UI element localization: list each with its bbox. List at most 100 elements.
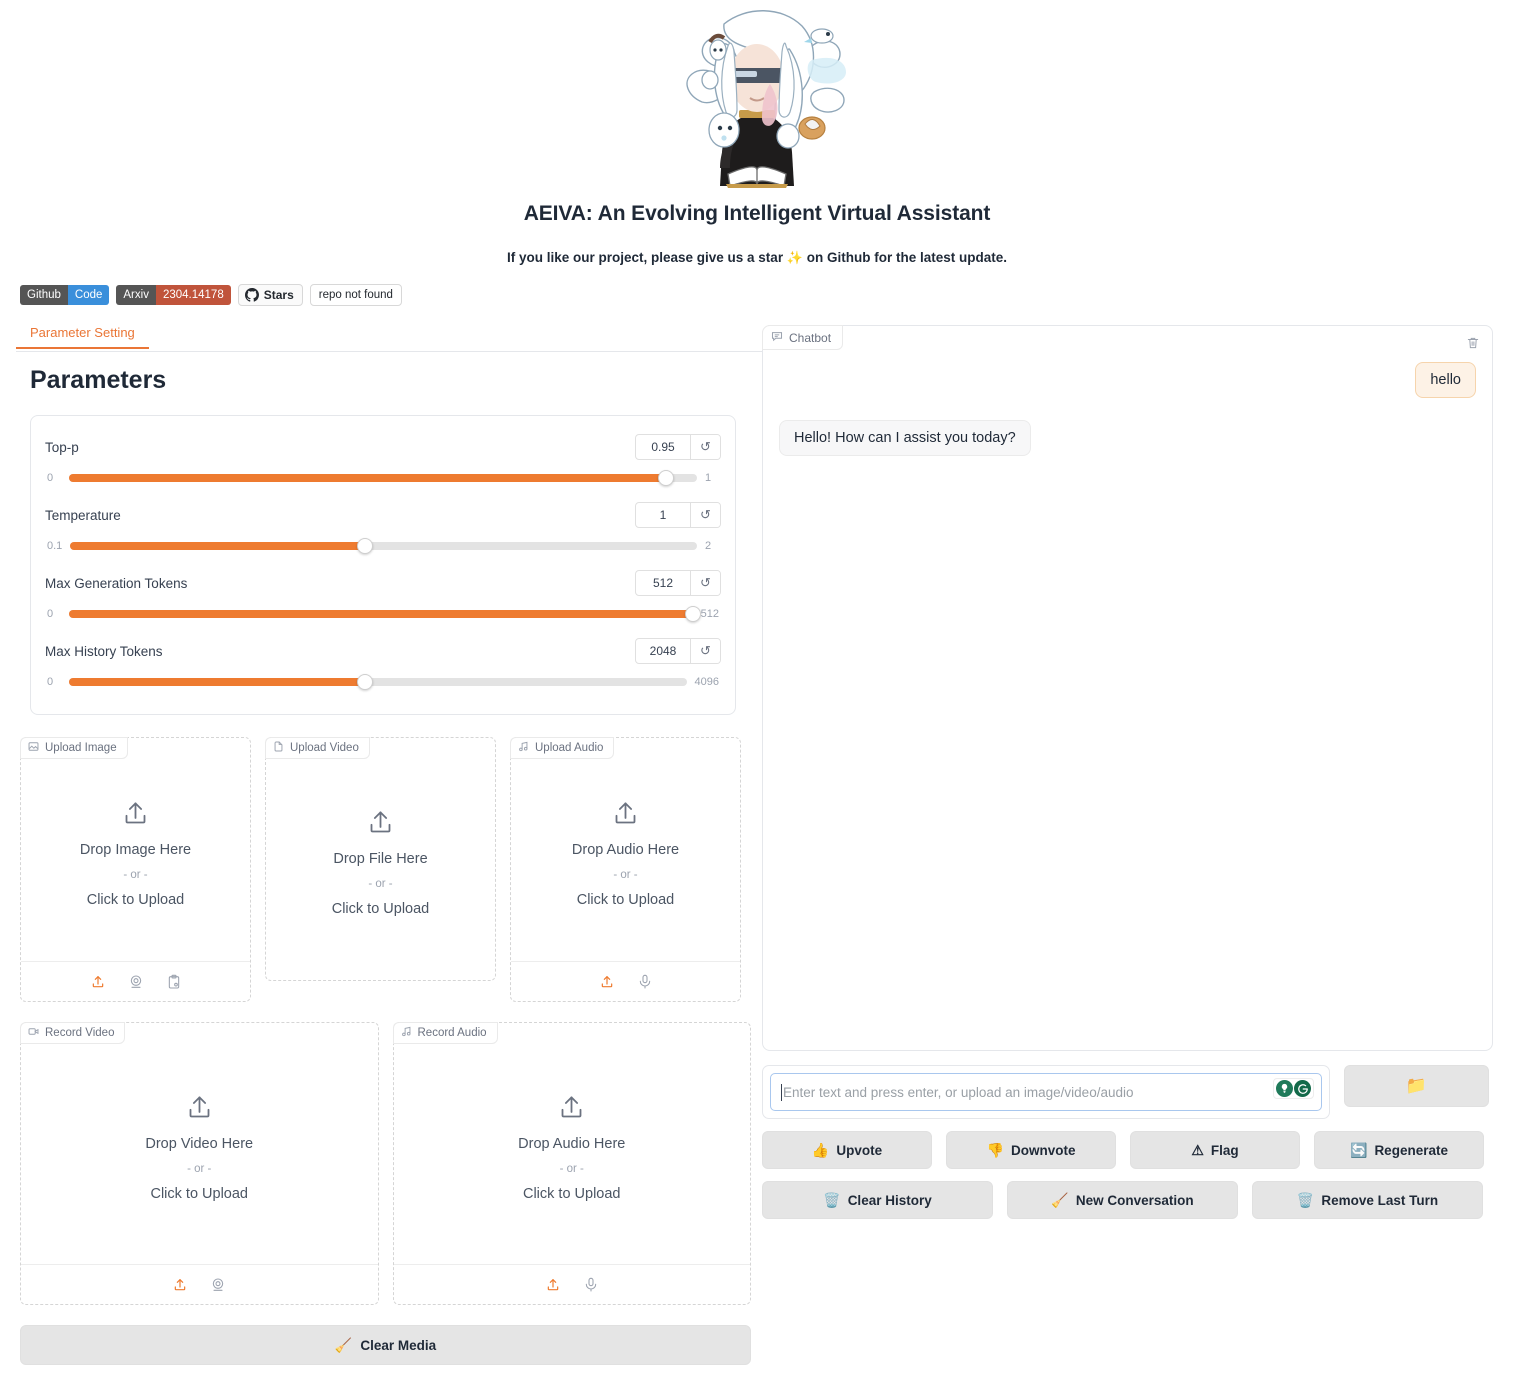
param-value-max-generation-tokens[interactable]: 512 [636,571,690,595]
clear-history-button[interactable]: 🗑️ Clear History [762,1181,993,1219]
thumbs-down-icon: 👎 [986,1141,1004,1158]
param-value-max-history-tokens[interactable]: 2048 [636,639,690,663]
slider-track[interactable] [69,606,701,622]
param-numberbox-temperature[interactable]: 1 ↺ [635,502,721,528]
flag-button[interactable]: ⚠ Flag [1130,1131,1300,1169]
microphone-icon[interactable] [637,974,653,990]
subtitle-before: If you like our project, please give us … [506,250,787,265]
param-numberbox-top-p[interactable]: 0.95 ↺ [635,434,721,460]
param-row-max-history-tokens: Max History Tokens 2048 ↺ 0 4096 [45,634,721,696]
slider-knob[interactable] [684,606,701,622]
trash-icon[interactable] [1462,332,1484,354]
upload-video-drop-text: Drop File Here [333,851,428,867]
slider-track[interactable] [70,538,697,554]
paste-icon[interactable] [166,974,182,990]
record-video-toolbar [21,1264,378,1304]
param-value-top-p[interactable]: 0.95 [636,435,690,459]
github-code-badge[interactable]: Github Code [20,285,110,305]
github-mark-icon [244,288,259,302]
grammarly-suggestion-icon[interactable] [1276,1080,1293,1097]
clear-media-button[interactable]: 🧹 Clear Media [20,1325,751,1365]
upload-image-dropzone[interactable]: Drop Image Here - or - Click to Upload [21,738,250,961]
new-conversation-button[interactable]: 🧹 New Conversation [1007,1181,1238,1219]
param-numberbox-max-generation-tokens[interactable]: 512 ↺ [635,570,721,596]
github-stars-badge[interactable]: Stars [237,284,303,306]
param-numberbox-max-history-tokens[interactable]: 2048 ↺ [635,638,721,664]
param-row-top-p: Top-p 0.95 ↺ 0 1 [45,430,721,492]
webcam-icon[interactable] [128,974,144,990]
badge-row: Github Code Arxiv 2304.14178 Stars repo … [0,284,1514,306]
param-min-max-history-tokens: 0 [47,676,54,688]
upload-arrow-icon [612,800,639,832]
reset-icon[interactable]: ↺ [690,435,720,459]
upload-audio-tab-label: Upload Audio [535,742,604,754]
upload-image-toolbar [21,961,250,1001]
upload-image-click-text[interactable]: Click to Upload [87,892,185,908]
upload-image-box[interactable]: Upload Image Drop Image Here - or - Clic… [20,737,251,1002]
record-audio-dropzone[interactable]: Drop Audio Here - or - Click to Upload [394,1023,751,1264]
reset-icon[interactable]: ↺ [690,571,720,595]
image-icon [28,741,39,755]
right-column: Chatbot hello Hello! How can I assist yo… [762,325,1497,1219]
upload-icon[interactable] [172,1277,188,1293]
param-value-temperature[interactable]: 1 [636,503,690,527]
slider-knob[interactable] [657,470,674,486]
folder-button[interactable]: 📁 [1344,1065,1489,1107]
remove-last-turn-button[interactable]: 🗑️ Remove Last Turn [1252,1181,1483,1219]
regenerate-button[interactable]: 🔄 Regenerate [1314,1131,1484,1169]
record-video-dropzone[interactable]: Drop Video Here - or - Click to Upload [21,1023,378,1264]
arxiv-badge[interactable]: Arxiv 2304.14178 [116,285,231,305]
downvote-button[interactable]: 👎 Downvote [946,1131,1116,1169]
slider-knob[interactable] [357,674,374,690]
webcam-icon[interactable] [210,1277,226,1293]
param-label-top-p: Top-p [45,439,79,455]
arxiv-badge-left: Arxiv [116,285,156,305]
composer-row: Enter text and press enter, or upload an… [762,1065,1497,1119]
record-audio-click-text[interactable]: Click to Upload [523,1186,621,1202]
param-row-max-generation-tokens: Max Generation Tokens 512 ↺ 0 512 [45,566,721,628]
reset-icon[interactable]: ↺ [690,639,720,663]
param-slider-max-history-tokens[interactable]: 0 4096 [45,668,721,696]
upload-icon[interactable] [545,1277,561,1293]
slider-track[interactable] [69,674,687,690]
chat-message-row-user: hello [779,362,1476,398]
upload-icon[interactable] [599,974,615,990]
warning-triangle-icon: ⚠ [1191,1141,1204,1158]
trash-can-icon: 🗑️ [1296,1191,1315,1208]
upload-video-dropzone[interactable]: Drop File Here - or - Click to Upload [266,738,495,980]
record-audio-box[interactable]: Record Audio Drop Audio Here - or - Clic… [392,1022,751,1305]
upload-arrow-icon [186,1094,213,1126]
upvote-button[interactable]: 👍 Upvote [762,1131,932,1169]
text-input-shell[interactable]: Enter text and press enter, or upload an… [762,1065,1330,1119]
upload-audio-click-text[interactable]: Click to Upload [577,892,675,908]
param-slider-max-generation-tokens[interactable]: 0 512 [45,600,721,628]
page-subtitle: If you like our project, please give us … [0,250,1514,266]
slider-knob[interactable] [356,538,373,554]
broom-icon: 🧹 [1051,1191,1069,1208]
param-max-top-p: 1 [705,472,712,484]
param-min-top-p: 0 [47,472,54,484]
text-input-field[interactable]: Enter text and press enter, or upload an… [770,1073,1322,1111]
repo-status-badge: repo not found [309,284,402,306]
param-slider-top-p[interactable]: 0 1 [45,464,721,492]
upload-image-drop-text: Drop Image Here [79,841,192,858]
upload-video-box[interactable]: Upload Video Drop File Here - or - Click… [265,737,496,981]
slider-track[interactable] [69,470,697,486]
aeiva-logo-image [686,10,846,188]
record-audio-or: - or - [559,1162,584,1175]
upload-icon[interactable] [90,974,106,990]
record-video-box[interactable]: Record Video Drop Video Here - or - Clic… [20,1022,379,1305]
grammarly-badges[interactable] [1273,1078,1314,1099]
upload-video-click-text[interactable]: Click to Upload [332,901,430,917]
reset-icon[interactable]: ↺ [690,503,720,527]
param-slider-temperature[interactable]: 0.1 2 [45,532,721,560]
clear-history-label: Clear History [847,1192,932,1208]
upload-audio-dropzone[interactable]: Drop Audio Here - or - Click to Upload [511,738,740,961]
thumbs-up-icon: 👍 [811,1141,830,1158]
upload-audio-box[interactable]: Upload Audio Drop Audio Here - or - Clic… [510,737,741,1002]
microphone-icon[interactable] [583,1277,599,1293]
tab-parameter-setting[interactable]: Parameter Setting [16,325,149,349]
record-video-click-text[interactable]: Click to Upload [150,1186,248,1202]
grammarly-logo-icon[interactable] [1294,1080,1311,1097]
record-audio-toolbar [393,1264,750,1304]
